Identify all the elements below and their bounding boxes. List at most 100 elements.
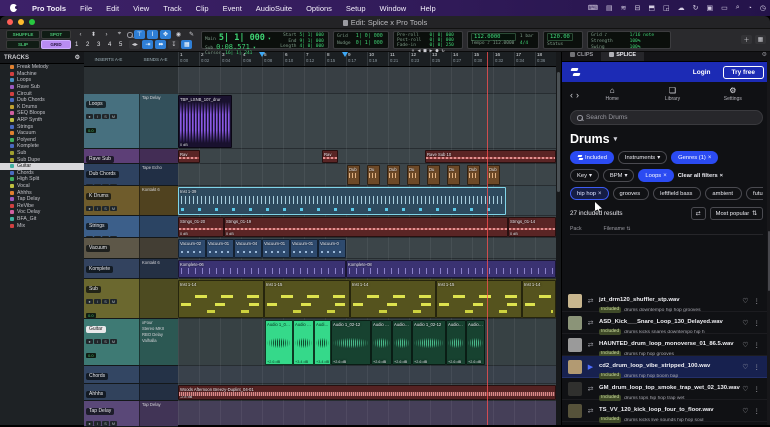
play-loop-icon[interactable] bbox=[586, 363, 595, 371]
track-header-name[interactable]: K Drums bbox=[86, 193, 111, 200]
audio-clip[interactable]: Vacuum-04 bbox=[234, 239, 262, 258]
clear-all-filters-button[interactable]: Clear all filters × bbox=[678, 173, 723, 179]
pack-artwork[interactable] bbox=[568, 316, 582, 330]
track-header[interactable]: Tap Delay ● I S M 0.0 Tap Delay bbox=[84, 401, 178, 427]
category-heading[interactable]: Drums▾ bbox=[570, 132, 763, 146]
track-header[interactable]: Vacuum ● I S M 0.0 bbox=[84, 238, 178, 259]
tag-pill[interactable]: hip hop× bbox=[570, 187, 609, 200]
pack-artwork[interactable] bbox=[568, 360, 582, 374]
sample-filename[interactable]: TS_VV_120_kick_loop_four_to_floor.wav bbox=[599, 407, 714, 413]
status-icon[interactable]: ▣ bbox=[702, 4, 717, 12]
zoom-in-icon[interactable]: › bbox=[101, 30, 112, 39]
sidebar-track-item[interactable]: ARP Synth bbox=[0, 117, 84, 124]
audio-clip[interactable]: Inst 1-39 bbox=[178, 187, 506, 215]
ruler-bar[interactable]: 16 0:32 bbox=[493, 52, 514, 66]
toolbar-menu-icon[interactable]: ▦ bbox=[755, 35, 766, 44]
more-options-icon[interactable]: ⋮ bbox=[753, 341, 762, 349]
swing-value[interactable]: 100% bbox=[630, 45, 667, 51]
tempo-value[interactable]: 112.0000 bbox=[493, 41, 515, 46]
sidebar-track-item[interactable]: Sub bbox=[0, 150, 84, 157]
sidebar-track-item[interactable]: High Split bbox=[0, 176, 84, 183]
ruler-bar[interactable]: 17 0:34 bbox=[514, 52, 535, 66]
sidebar-track-item[interactable]: BFA_Git bbox=[0, 216, 84, 223]
audio-clip[interactable]: Vacuum-01 bbox=[206, 239, 234, 258]
ruler-bar[interactable]: 18 0:36 bbox=[535, 52, 556, 66]
track-header[interactable]: Dub Chords ● I S M 0.0 Tape Echo bbox=[84, 164, 178, 186]
solo-button[interactable]: S bbox=[102, 206, 109, 211]
play-loop-icon[interactable] bbox=[586, 341, 595, 349]
transport-buttons[interactable]: « ◀ ■ ▶ ● ↻ bbox=[397, 49, 459, 54]
audio-clip[interactable]: Audio 1_02-12 +2.6 dB bbox=[412, 320, 446, 365]
status-icon[interactable]: ↻ bbox=[689, 4, 703, 12]
sort-dropdown[interactable]: Most popular ⇅ bbox=[710, 207, 763, 220]
play-loop-icon[interactable] bbox=[586, 407, 595, 415]
track-header-name[interactable]: Ahhhs bbox=[86, 391, 106, 398]
more-options-icon[interactable]: ⋮ bbox=[753, 407, 762, 415]
record-enable-button[interactable]: ● bbox=[86, 114, 93, 119]
mute-button[interactable]: M bbox=[110, 421, 117, 426]
audio-clip[interactable]: Dub bbox=[387, 165, 400, 185]
pack-artwork[interactable] bbox=[568, 338, 582, 352]
favorite-icon[interactable]: ♡ bbox=[742, 341, 748, 349]
track-header-name[interactable]: Loops bbox=[86, 101, 106, 108]
track-header-name[interactable]: Sub bbox=[86, 286, 101, 293]
pack-artwork[interactable] bbox=[568, 404, 582, 418]
shuffle-mode-button[interactable]: SHUFFLE bbox=[6, 30, 40, 39]
trim-tool-icon[interactable]: ⊤ bbox=[134, 30, 145, 39]
track-header[interactable]: K Drums ● I S M 0.0 Kontakt 6 bbox=[84, 186, 178, 216]
record-enable-button[interactable]: ● bbox=[86, 236, 93, 237]
record-enable-button[interactable]: ● bbox=[86, 339, 93, 344]
menu-item[interactable]: Edit bbox=[99, 4, 126, 13]
add-track-icon[interactable]: ＋ bbox=[741, 35, 752, 44]
nav-forward-icon[interactable]: › bbox=[576, 90, 579, 100]
link-edit-icon[interactable]: ⬌ bbox=[155, 40, 166, 49]
menu-item[interactable]: Event bbox=[216, 4, 249, 13]
track-header[interactable]: Strings ● I S M 0.0 bbox=[84, 216, 178, 238]
audio-clip[interactable]: Strngs_01-20 0 dB bbox=[178, 217, 224, 237]
tag-pill[interactable]: leftfield bass bbox=[653, 187, 701, 200]
pencil-tool-icon[interactable]: ✎ bbox=[186, 30, 197, 39]
status-icon[interactable]: ☁ bbox=[674, 4, 689, 12]
search-input[interactable]: Search Drums bbox=[570, 110, 763, 125]
audio-clip[interactable]: Inst 1-15 bbox=[264, 280, 350, 318]
track-inserts[interactable] bbox=[139, 149, 178, 163]
ruler-bar[interactable]: 15 0:30 bbox=[472, 52, 493, 66]
main-counter-value[interactable]: 5| 1| 000 bbox=[219, 33, 265, 43]
ruler-bar[interactable]: 10 0:19 bbox=[367, 52, 388, 66]
ruler-bar[interactable]: 13 0:25 bbox=[430, 52, 451, 66]
sidebar-track-item[interactable]: Guitar bbox=[0, 163, 84, 170]
input-monitor-button[interactable]: I bbox=[94, 206, 101, 211]
solo-button[interactable]: S bbox=[102, 421, 109, 426]
filename-column-label[interactable]: Filename ⇅ bbox=[604, 226, 631, 232]
solo-button[interactable]: S bbox=[102, 114, 109, 119]
mute-button[interactable]: M bbox=[110, 184, 117, 185]
zoomer-tool-icon[interactable] bbox=[127, 32, 132, 37]
track-header-name[interactable]: Rave Sub bbox=[86, 156, 114, 163]
tracks-gear-icon[interactable]: ⚙ bbox=[75, 54, 80, 61]
key-filter-pill[interactable]: Key ▾ bbox=[570, 169, 599, 182]
mute-button[interactable]: M bbox=[110, 339, 117, 344]
included-filter-pill[interactable]: Included bbox=[570, 151, 614, 164]
ruler-bar[interactable]: 11 0:21 bbox=[388, 52, 409, 66]
sample-row[interactable]: TS_VV_120_kick_loop_four_to_floor.wav In… bbox=[562, 400, 767, 422]
nav-settings[interactable]: ⚙Settings bbox=[703, 87, 763, 102]
status-icon[interactable]: ◔ bbox=[744, 5, 756, 12]
sidebar-track-item[interactable]: Ahhhs bbox=[0, 189, 84, 196]
favorite-icon[interactable]: ♡ bbox=[742, 319, 748, 327]
audio-clip[interactable]: Vacuum-02 bbox=[178, 239, 206, 258]
record-enable-button[interactable]: ● bbox=[86, 299, 93, 304]
audio-clip[interactable]: Vacuum-01 bbox=[290, 239, 318, 258]
solo-button[interactable]: S bbox=[102, 299, 109, 304]
selector-tool-icon[interactable]: I bbox=[147, 30, 158, 39]
remove-loops-icon[interactable]: × bbox=[663, 173, 667, 179]
input-monitor-button[interactable]: I bbox=[94, 114, 101, 119]
loops-filter-pill[interactable]: Loops × bbox=[638, 169, 673, 182]
pack-artwork[interactable] bbox=[568, 382, 582, 396]
playhead[interactable] bbox=[487, 52, 488, 425]
grabber-tool-icon[interactable]: ✥ bbox=[160, 30, 171, 39]
status-icon[interactable]: ▭ bbox=[717, 4, 732, 12]
track-header[interactable]: Rave Sub ● I S M 0.0 bbox=[84, 149, 178, 164]
solo-button[interactable]: S bbox=[102, 236, 109, 237]
audio-clip[interactable]: Audio 1_ +3.4 dB bbox=[314, 320, 331, 365]
sample-row[interactable]: GM_drum_loop_top_smoke_trap_wet_02_130.w… bbox=[562, 378, 767, 400]
